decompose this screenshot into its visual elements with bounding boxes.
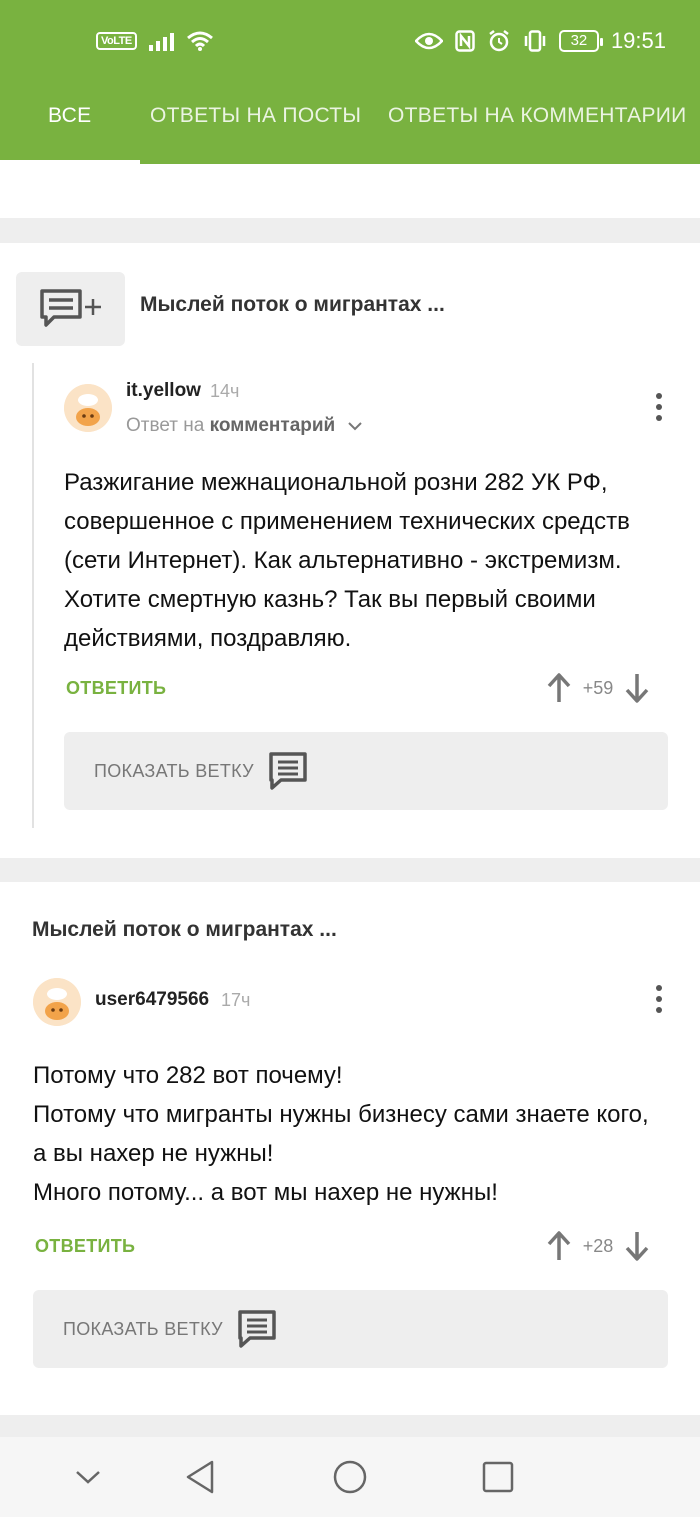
vote-score: +28: [582, 1235, 614, 1256]
comment-line: Потому что мигранты нужны бизнесу сами з…: [33, 1101, 649, 1167]
post-title[interactable]: Мыслей поток о мигрантах ...: [32, 918, 337, 942]
username[interactable]: it.yellow: [126, 380, 201, 402]
alarm-icon: [489, 30, 509, 52]
post-title[interactable]: Мыслей поток о мигрантах ...: [140, 293, 445, 317]
comment-card: Мыслей поток о мигрантах ... user6479566…: [0, 882, 700, 1415]
comment-time: 14ч: [210, 381, 240, 401]
more-options-icon[interactable]: [654, 393, 664, 421]
app-header: VoLTE 32 19:51 ВСЕ ОТВЕТЫ НА ПОСТЫ ОТВЕТ…: [0, 0, 700, 164]
volte-icon: VoLTE: [96, 32, 137, 50]
show-thread-label: ПОКАЗАТЬ ВЕТКУ: [63, 1318, 223, 1339]
thread-line: [32, 363, 34, 828]
tab-comment-replies[interactable]: ОТВЕТЫ НА КОММЕНТАРИИ: [388, 104, 687, 128]
comments-icon: [238, 1310, 276, 1348]
add-comment-icon: [39, 289, 101, 327]
comment-line: Потому что 282 вот почему!: [33, 1062, 343, 1089]
status-time: 19:51: [610, 28, 666, 53]
chevron-down-icon[interactable]: [70, 1459, 106, 1495]
downvote-icon[interactable]: [624, 1230, 650, 1262]
eye-icon: [414, 32, 443, 50]
show-thread-button[interactable]: ПОКАЗАТЬ ВЕТКУ: [33, 1290, 668, 1368]
reply-to-info[interactable]: Ответ на комментарий: [126, 415, 363, 437]
tab-post-replies[interactable]: ОТВЕТЫ НА ПОСТЫ: [150, 104, 361, 128]
reply-to-prefix: Ответ на: [126, 415, 205, 436]
upvote-icon[interactable]: [546, 1230, 572, 1262]
status-right: 32 19:51: [414, 28, 666, 54]
avatar[interactable]: [33, 978, 81, 1026]
show-thread-label: ПОКАЗАТЬ ВЕТКУ: [94, 760, 254, 781]
status-left: VoLTE: [96, 30, 214, 52]
username[interactable]: user6479566: [95, 989, 209, 1011]
wifi-icon: [186, 31, 213, 51]
add-comment-icon-box[interactable]: [16, 272, 125, 346]
vote-controls: +28: [546, 1230, 650, 1262]
more-options-icon[interactable]: [654, 985, 664, 1013]
tab-bar: ВСЕ ОТВЕТЫ НА ПОСТЫ ОТВЕТЫ НА КОММЕНТАРИ…: [0, 88, 700, 164]
battery-icon: 32: [558, 30, 603, 52]
vote-controls: +59: [546, 672, 650, 704]
avatar[interactable]: [64, 384, 112, 432]
upvote-icon[interactable]: [546, 672, 572, 704]
home-icon[interactable]: [332, 1459, 368, 1495]
signal-icon: [148, 31, 174, 51]
recents-icon[interactable]: [480, 1459, 516, 1495]
reply-to-target: комментарий: [209, 415, 336, 436]
empty-card: [0, 164, 700, 218]
vibrate-icon: [524, 30, 546, 52]
chevron-down-icon: [347, 422, 362, 431]
status-bar: VoLTE 32 19:51: [0, 0, 700, 88]
reply-button[interactable]: ОТВЕТИТЬ: [35, 1236, 135, 1257]
show-thread-button[interactable]: ПОКАЗАТЬ ВЕТКУ: [64, 732, 668, 810]
system-nav-bar: [0, 1437, 700, 1517]
comment-time: 17ч: [221, 990, 251, 1010]
back-icon[interactable]: [182, 1459, 218, 1495]
comments-icon: [269, 752, 307, 790]
comment-card: Мыслей поток о мигрантах ... it.yellow 1…: [0, 243, 700, 858]
nfc-icon: [455, 30, 475, 52]
downvote-icon[interactable]: [624, 672, 650, 704]
tab-all[interactable]: ВСЕ: [48, 104, 91, 128]
vote-score: +59: [582, 677, 614, 698]
comment-line: Много потому... а вот мы нахер не нужны!: [33, 1179, 498, 1206]
comment-text: Разжигание межнациональной розни 282 УК …: [64, 469, 630, 652]
comment-text: Потому что 282 вот почему! Потому что ми…: [33, 1056, 663, 1212]
reply-button[interactable]: ОТВЕТИТЬ: [66, 678, 166, 699]
